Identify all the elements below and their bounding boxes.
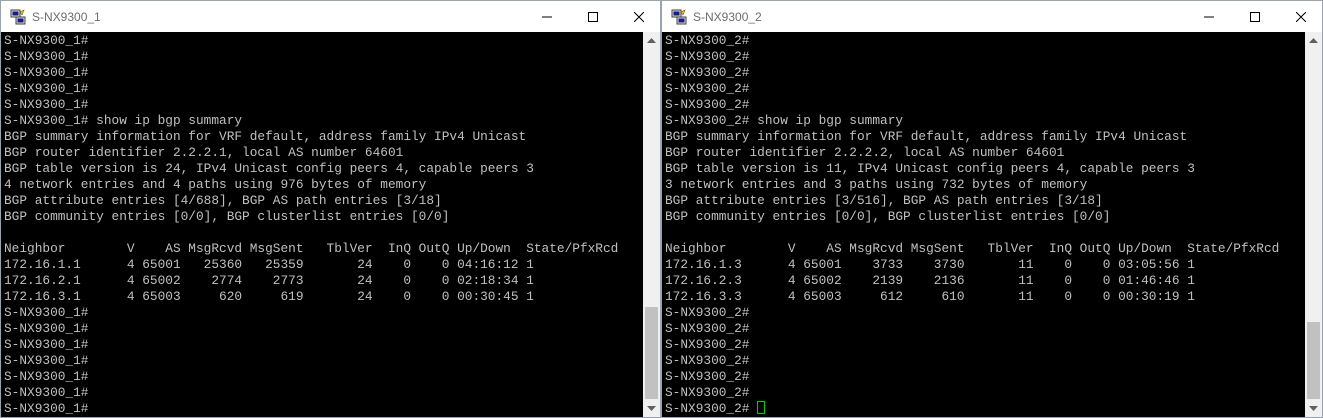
terminal-line: S-NX9300_1#	[4, 97, 89, 112]
terminal-line: S-NX9300_1# show ip bgp summary	[4, 113, 243, 128]
terminal-line: S-NX9300_1#	[4, 81, 89, 96]
terminal-line: BGP attribute entries [4/688], BGP AS pa…	[4, 193, 442, 208]
terminal-line: S-NX9300_2#	[665, 353, 750, 368]
terminal-line: BGP community entries [0/0], BGP cluster…	[665, 209, 1111, 224]
vertical-scrollbar[interactable]	[643, 32, 660, 417]
active-prompt-line[interactable]: S-NX9300_2#	[665, 401, 1279, 417]
terminal-line: BGP attribute entries [3/516], BGP AS pa…	[665, 193, 1103, 208]
terminal-line: BGP summary information for VRF default,…	[665, 129, 1188, 144]
terminal-line: BGP table version is 11, IPv4 Unicast co…	[665, 161, 1195, 176]
terminal-line: S-NX9300_2#	[665, 49, 750, 64]
terminal-line: 172.16.2.1 4 65002 2774 2773 24 0 0 02:1…	[4, 273, 534, 288]
window-title: S-NX9300_1	[32, 10, 101, 24]
terminal-line: 4 network entries and 4 paths using 976 …	[4, 177, 427, 192]
terminal-output[interactable]: S-NX9300_1# S-NX9300_1# S-NX9300_1# S-NX930…	[1, 32, 643, 417]
terminal-window-1[interactable]: S-NX9300_1 S-NX9300_1# S-NX9300_1# S-NX930…	[0, 0, 661, 418]
scroll-down-arrow-icon[interactable]	[1305, 400, 1322, 417]
terminal-line: 172.16.3.1 4 65003 620 619 24 0 0 00:30:…	[4, 289, 534, 304]
terminal-line: Neighbor V AS MsgRcvd MsgSent TblVer InQ…	[665, 241, 1280, 256]
scroll-down-arrow-icon[interactable]	[643, 400, 660, 417]
window-title: S-NX9300_2	[693, 10, 762, 24]
terminal-line: S-NX9300_1#	[4, 401, 89, 416]
terminal-line: S-NX9300_1#	[4, 49, 89, 64]
terminal-line: BGP router identifier 2.2.2.1, local AS …	[4, 145, 404, 160]
terminal-line: S-NX9300_2#	[665, 81, 750, 96]
terminal-line: BGP community entries [0/0], BGP cluster…	[4, 209, 450, 224]
text-cursor	[757, 401, 766, 414]
scroll-up-arrow-icon[interactable]	[643, 32, 660, 49]
terminal-line: 3 network entries and 3 paths using 732 …	[665, 177, 1088, 192]
scrollbar-thumb[interactable]	[645, 307, 658, 399]
title-bar[interactable]: S-NX9300_1	[1, 1, 660, 33]
putty-icon[interactable]	[671, 9, 687, 25]
terminal-line: BGP router identifier 2.2.2.2, local AS …	[665, 145, 1065, 160]
minimize-button[interactable]	[1186, 1, 1232, 32]
terminal-output[interactable]: S-NX9300_2# S-NX9300_2# S-NX9300_2# S-NX930…	[662, 32, 1305, 417]
close-button[interactable]	[616, 1, 660, 32]
terminal-line: 172.16.1.1 4 65001 25360 25359 24 0 0 04…	[4, 257, 534, 272]
terminal-line: S-NX9300_2#	[665, 97, 750, 112]
terminal-line: S-NX9300_1#	[4, 305, 89, 320]
terminal-line: S-NX9300_2#	[665, 33, 750, 48]
terminal-line: BGP table version is 24, IPv4 Unicast co…	[4, 161, 534, 176]
terminal-line: S-NX9300_1#	[4, 385, 89, 400]
terminal-line: 172.16.1.3 4 65001 3733 3730 11 0 0 03:0…	[665, 257, 1195, 272]
terminal-window-2[interactable]: S-NX9300_2 S-NX9300_2# S-NX9300_2# S-NX930…	[661, 0, 1323, 418]
terminal-line: S-NX9300_2#	[665, 385, 750, 400]
terminal-line: S-NX9300_2#	[665, 305, 750, 320]
close-button[interactable]	[1278, 1, 1322, 32]
minimize-button[interactable]	[524, 1, 570, 32]
terminal-line: S-NX9300_1#	[4, 337, 89, 352]
vertical-scrollbar[interactable]	[1305, 32, 1322, 417]
terminal-lines: S-NX9300_1# S-NX9300_1# S-NX9300_1# S-NX930…	[4, 33, 618, 417]
terminal-line: BGP summary information for VRF default,…	[4, 129, 527, 144]
terminal-line: 172.16.3.3 4 65003 612 610 11 0 0 00:30:…	[665, 289, 1195, 304]
terminal-line: Neighbor V AS MsgRcvd MsgSent TblVer InQ…	[4, 241, 619, 256]
terminal-line: S-NX9300_1#	[4, 33, 89, 48]
title-bar[interactable]: S-NX9300_2	[662, 1, 1322, 33]
terminal-line: S-NX9300_1#	[4, 321, 89, 336]
maximize-button[interactable]	[570, 1, 616, 32]
terminal-line: S-NX9300_2#	[665, 337, 750, 352]
terminal-line: S-NX9300_2#	[665, 321, 750, 336]
terminal-line: S-NX9300_1#	[4, 369, 89, 384]
maximize-button[interactable]	[1232, 1, 1278, 32]
terminal-line: S-NX9300_1#	[4, 353, 89, 368]
terminal-line: S-NX9300_2#	[665, 65, 750, 80]
scrollbar-thumb[interactable]	[1307, 322, 1320, 399]
terminal-line: S-NX9300_2#	[665, 369, 750, 384]
putty-icon[interactable]	[10, 9, 26, 25]
terminal-line: S-NX9300_2# show ip bgp summary	[665, 113, 904, 128]
active-prompt: S-NX9300_2#	[665, 401, 758, 416]
terminal-line: S-NX9300_1#	[4, 65, 89, 80]
terminal-lines: S-NX9300_2# S-NX9300_2# S-NX9300_2# S-NX930…	[665, 33, 1279, 417]
terminal-line: 172.16.2.3 4 65002 2139 2136 11 0 0 01:4…	[665, 273, 1195, 288]
scroll-up-arrow-icon[interactable]	[1305, 32, 1322, 49]
